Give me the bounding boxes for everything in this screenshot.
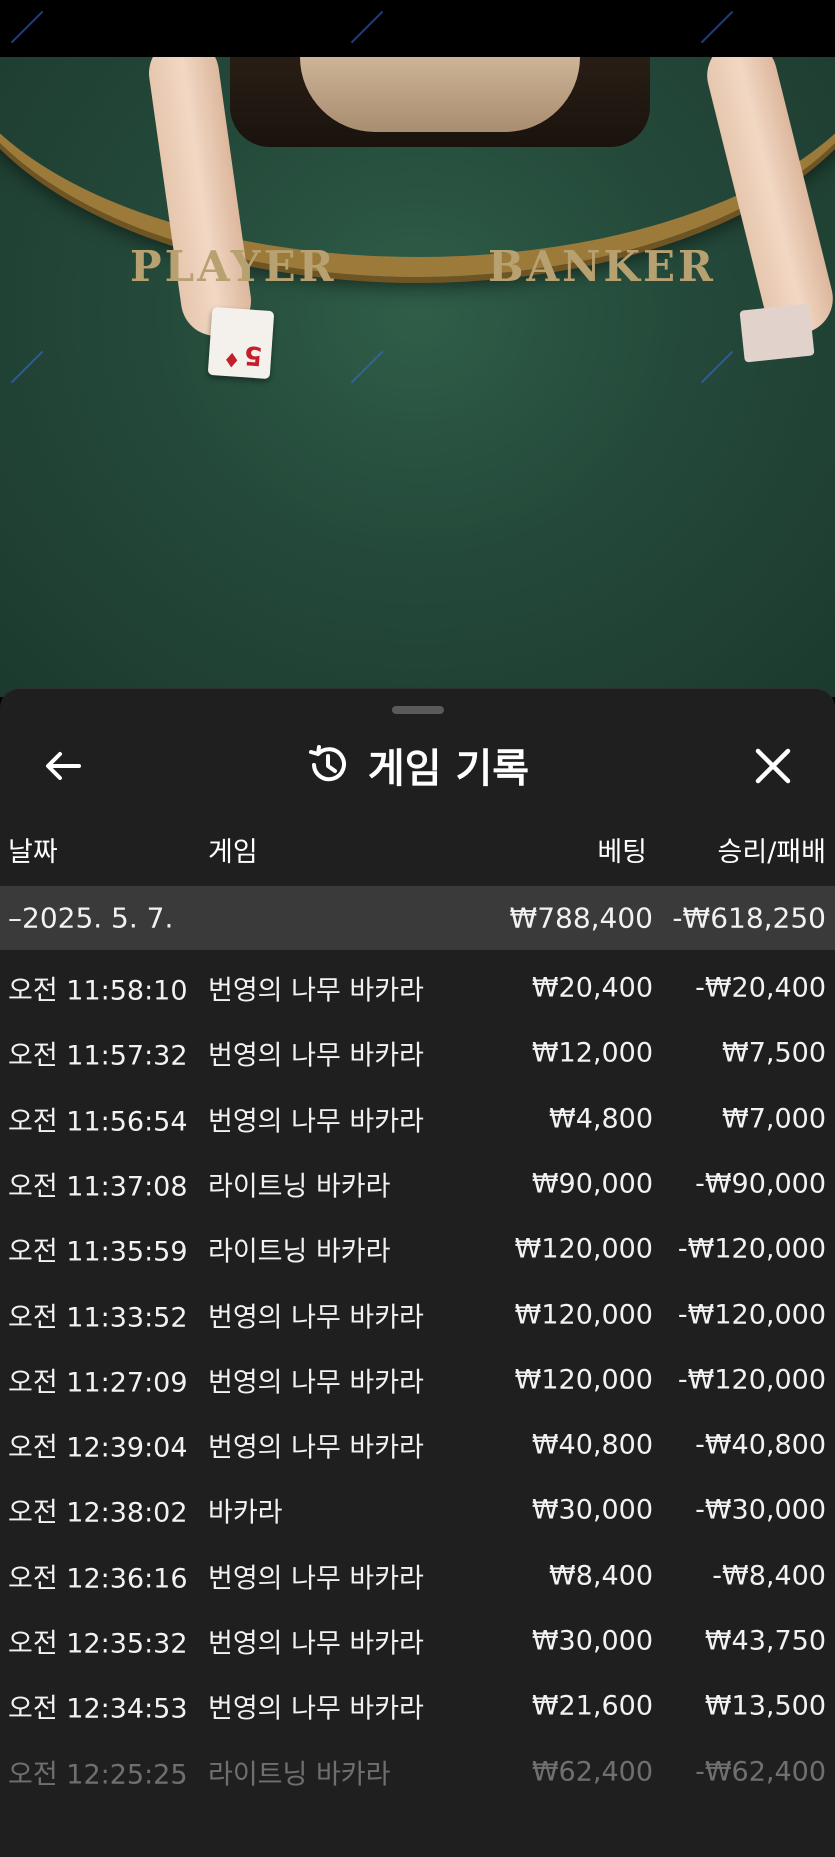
column-header-date: 날짜	[8, 837, 58, 868]
card-shoe	[739, 303, 815, 363]
watermark-icon	[700, 10, 746, 56]
row-time: 오전 12:34:53	[8, 1693, 188, 1725]
history-clock-icon	[308, 745, 346, 782]
row-time: 오전 12:39:04	[8, 1432, 188, 1464]
date-group-total-bet: ₩788,400	[509, 901, 653, 935]
row-game: 번영의 나무 바카라	[208, 1040, 424, 1072]
row-bet: ₩120,000	[514, 1364, 653, 1396]
history-row[interactable]: 오전 12:36:16 번영의 나무 바카라 ₩8,400 -₩8,400	[0, 1544, 835, 1608]
history-row[interactable]: 오전 11:35:59 라이트닝 바카라 ₩120,000 -₩120,000	[0, 1217, 835, 1281]
column-header-result: 승리/패배	[717, 837, 826, 868]
card-suit: ♦	[221, 347, 242, 373]
column-header-game: 게임	[208, 837, 258, 868]
row-time: 오전 12:25:25	[8, 1759, 188, 1791]
close-button[interactable]	[748, 741, 798, 791]
row-game: 라이트닝 바카라	[208, 1171, 391, 1203]
row-time: 오전 12:36:16	[8, 1563, 188, 1595]
history-row[interactable]: 오전 12:35:32 번영의 나무 바카라 ₩30,000 ₩43,750	[0, 1609, 835, 1673]
row-game: 라이트닝 바카라	[208, 1759, 391, 1791]
watermark-icon	[350, 10, 396, 56]
history-row[interactable]: 오전 12:39:04 번영의 나무 바카라 ₩40,800 -₩40,800	[0, 1413, 835, 1477]
row-bet: ₩12,000	[531, 1037, 653, 1069]
row-game: 번영의 나무 바카라	[208, 1628, 424, 1660]
row-result: -₩120,000	[677, 1364, 826, 1396]
row-bet: ₩30,000	[531, 1625, 653, 1657]
row-game: 번영의 나무 바카라	[208, 1563, 424, 1595]
row-game: 번영의 나무 바카라	[208, 1302, 424, 1333]
row-result: -₩62,400	[695, 1756, 826, 1788]
row-time: 오전 11:35:59	[8, 1236, 188, 1268]
row-time: 오전 12:38:02	[8, 1497, 188, 1529]
playing-card: 5 ♦	[207, 306, 275, 380]
drag-handle[interactable]	[392, 706, 444, 714]
row-result: -₩40,800	[695, 1429, 826, 1461]
row-bet: ₩21,600	[531, 1690, 653, 1722]
row-bet: ₩90,000	[531, 1168, 653, 1200]
row-bet: ₩30,000	[531, 1494, 653, 1526]
card-rank: 5	[243, 339, 264, 371]
row-time: 오전 11:56:54	[8, 1106, 188, 1138]
row-time: 오전 11:57:32	[8, 1040, 188, 1072]
row-result: ₩7,500	[722, 1037, 826, 1069]
row-result: ₩13,500	[704, 1690, 826, 1722]
row-game: 번영의 나무 바카라	[208, 1106, 424, 1138]
player-table-label: PLAYER	[130, 242, 337, 291]
row-game: 번영의 나무 바카라	[208, 975, 424, 1007]
panel-header: 게임 기록	[0, 733, 835, 797]
watermark-icon	[10, 10, 56, 56]
row-bet: ₩120,000	[514, 1299, 653, 1330]
row-result: -₩90,000	[695, 1168, 826, 1200]
row-result: ₩7,000	[722, 1103, 826, 1135]
watermark-icon	[700, 350, 746, 396]
history-row[interactable]: 오전 11:57:32 번영의 나무 바카라 ₩12,000 ₩7,500	[0, 1021, 835, 1085]
row-bet: ₩8,400	[549, 1560, 653, 1592]
row-result: -₩120,000	[677, 1233, 826, 1265]
date-group-label: –2025. 5. 7.	[8, 901, 174, 935]
row-game: 번영의 나무 바카라	[208, 1367, 424, 1399]
row-time: 오전 11:33:52	[8, 1302, 188, 1333]
history-row[interactable]: 오전 12:34:53 번영의 나무 바카라 ₩21,600 ₩13,500	[0, 1674, 835, 1738]
row-time: 오전 11:58:10	[8, 975, 188, 1007]
history-row[interactable]: 오전 11:37:08 라이트닝 바카라 ₩90,000 -₩90,000	[0, 1152, 835, 1216]
history-row[interactable]: 오전 12:38:02 바카라 ₩30,000 -₩30,000	[0, 1478, 835, 1542]
history-row[interactable]: 오전 11:58:10 번영의 나무 바카라 ₩20,400 -₩20,400	[0, 956, 835, 1020]
row-bet: ₩40,800	[531, 1429, 653, 1461]
row-bet: ₩20,400	[531, 972, 653, 1004]
page-title: 게임 기록	[367, 746, 530, 792]
date-group-row[interactable]: –2025. 5. 7. ₩788,400 -₩618,250	[0, 886, 835, 950]
row-result: -₩120,000	[677, 1299, 826, 1330]
row-time: 오전 12:35:32	[8, 1628, 188, 1660]
row-time: 오전 11:27:09	[8, 1367, 188, 1399]
close-x-icon	[755, 748, 791, 784]
row-game: 바카라	[208, 1497, 283, 1529]
row-bet: ₩120,000	[514, 1233, 653, 1265]
history-row[interactable]: 오전 11:56:54 번영의 나무 바카라 ₩4,800 ₩7,000	[0, 1087, 835, 1151]
row-result: ₩43,750	[704, 1625, 826, 1657]
row-result: -₩20,400	[695, 972, 826, 1004]
banker-table-label: BANKER	[488, 242, 716, 291]
row-game: 번영의 나무 바카라	[208, 1432, 424, 1464]
date-group-total-result: -₩618,250	[672, 901, 826, 935]
row-game: 라이트닝 바카라	[208, 1236, 391, 1268]
row-time: 오전 11:37:08	[8, 1171, 188, 1203]
row-result: -₩30,000	[695, 1494, 826, 1526]
history-row[interactable]: 오전 11:27:09 번영의 나무 바카라 ₩120,000 -₩120,000	[0, 1348, 835, 1412]
row-game: 번영의 나무 바카라	[208, 1693, 424, 1725]
column-header-bet: 베팅	[597, 837, 647, 868]
row-bet: ₩4,800	[549, 1103, 653, 1135]
history-row[interactable]: 오전 11:33:52 번영의 나무 바카라 ₩120,000 -₩120,000	[0, 1283, 835, 1347]
history-row[interactable]: 오전 12:25:25 라이트닝 바카라 ₩62,400 -₩62,400	[0, 1740, 835, 1804]
row-result: -₩8,400	[712, 1560, 826, 1592]
watermark-icon	[10, 350, 56, 396]
watermark-icon	[350, 350, 396, 396]
row-bet: ₩62,400	[531, 1756, 653, 1788]
